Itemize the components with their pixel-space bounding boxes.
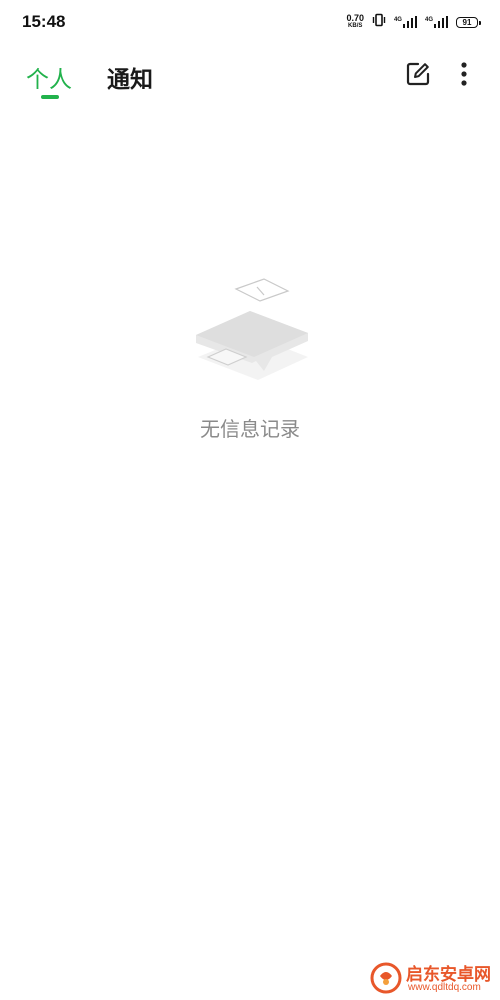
signal-1-tag: 4G [393,17,402,23]
battery-icon: 91 [456,16,481,28]
vibrate-icon [372,13,386,32]
watermark-url: www.qdltdq.com [408,982,481,993]
network-speed-value: 0.70 [346,13,364,23]
empty-state-message: 无信息记录 [200,419,300,441]
empty-messages-illustration [180,265,320,395]
status-indicators: 0.70 KB/S 4G 4G 91 [346,12,481,32]
tab-personal[interactable]: 个人 [26,60,72,94]
network-speed: 0.70 KB/S [346,14,364,30]
edit-button[interactable] [404,62,432,90]
watermark-logo-icon [370,962,402,994]
more-vertical-icon [460,61,468,92]
edit-icon [405,61,431,92]
signal-2-icon: 4G [425,16,448,28]
more-options-button[interactable] [450,61,478,92]
empty-state: 无信息记录 [0,255,500,455]
signal-2-tag: 4G [424,17,433,23]
header: 个人 通知 [0,50,500,110]
network-speed-unit: KB/S [348,23,363,29]
status-time: 15:48 [22,12,66,31]
signal-1-icon: 4G [394,16,417,28]
tab-active-indicator [41,95,59,99]
tab-notifications[interactable]: 通知 [107,60,153,94]
status-bar: 15:48 0.70 KB/S 4G 4G 91 [0,0,500,44]
watermark: 启东安卓网 www.qdltdq.com [370,958,496,998]
battery-level: 91 [462,17,472,27]
